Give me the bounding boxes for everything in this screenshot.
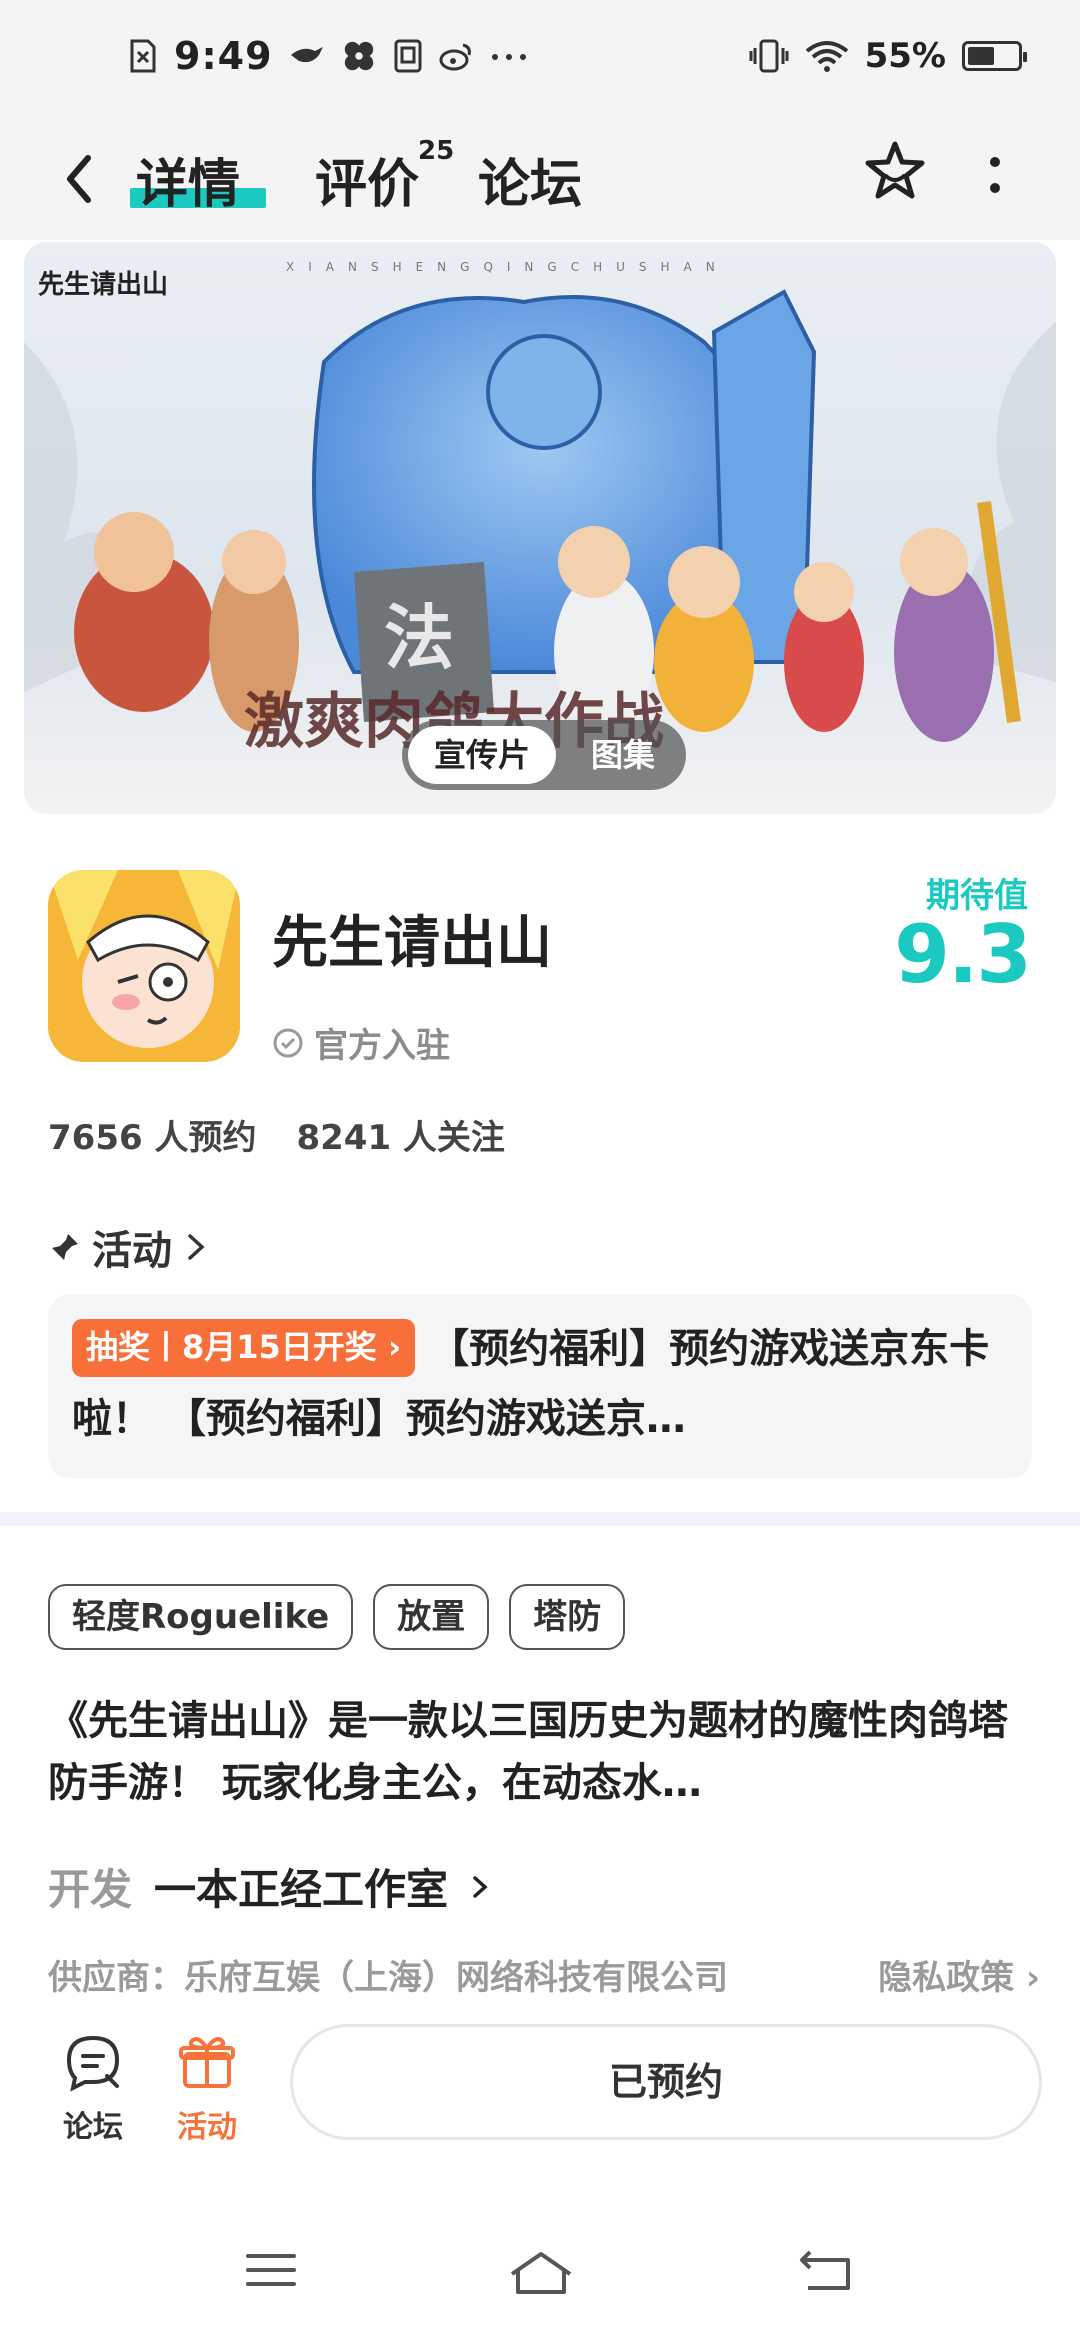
bird-icon [290,47,323,63]
expectation-score: 9.3 [894,908,1032,1001]
battery-icon [962,41,1027,71]
game-title: 先生请出山 [272,911,552,976]
video-toggle[interactable]: 宣传片 [408,726,556,784]
privacy-policy-link[interactable]: 隐私政策 › [878,1950,1040,1999]
activity-content: 抽奖丨8月15日开奖 › 【预约福利】预约游戏送京东卡啦！ 【预约福利】预约游戏送… [72,1314,1008,1454]
pin-icon [52,1234,78,1260]
forum-button[interactable]: 论坛 [38,2032,148,2146]
status-right: 55% [749,36,1027,76]
tab-detail[interactable]: 详情 [136,142,240,217]
reservation-count: 7656 人预约 [48,1118,257,1158]
tab-review[interactable]: 评价 25 [315,136,454,217]
activity-button[interactable]: 活动 [152,2032,262,2146]
gift-icon [179,2037,235,2088]
developer-label: 开发 [48,1865,133,1914]
official-badge: 官方入驻 [272,1018,450,1067]
svg-text:法: 法 [384,596,454,679]
forum-label: 论坛 [63,2110,123,2145]
follower-count: 8241 人关注 [296,1118,505,1158]
pinwheel-icon [344,41,373,71]
lottery-badge-label: 抽奖丨8月15日开奖 [86,1328,377,1366]
reserved-button[interactable]: 已预约 [290,2024,1042,2140]
weibo-icon [439,43,471,71]
activity-card[interactable]: 抽奖丨8月15日开奖 › 【预约福利】预约游戏送京东卡啦！ 【预约福利】预约游戏送… [48,1294,1032,1478]
activity-title: 活动 [92,1228,172,1274]
section-divider [0,1512,1080,1526]
tab-review-label: 评价 [315,155,420,215]
banner-logo: 先生请出山 [38,270,169,300]
back-nav-icon[interactable] [796,2250,854,2294]
tag-tower-defense[interactable]: 塔防 [509,1584,626,1650]
top-nav: 详情 评价 25 论坛 [0,120,1080,240]
back-icon[interactable] [50,144,110,214]
verified-icon [273,1028,303,1057]
status-left: 9:49 [128,34,529,78]
notes-icon [394,39,422,73]
activity-label: 活动 [177,2110,237,2145]
game-description[interactable]: 《先生请出山》是一款以三国历史为题材的魔性肉鸽塔防手游！ 玩家化身主公，在动态水… [48,1690,1008,1814]
menu-icon[interactable] [244,2250,298,2290]
chevron-right-icon [188,1234,205,1260]
activity-header[interactable]: 活动 [50,1218,208,1276]
banner-subtitle: XIANSHENGQINGCHUSHAN [286,260,729,274]
chevron-right-icon [473,1875,488,1898]
tag-idle[interactable]: 放置 [373,1584,490,1650]
sim-off-icon [130,39,156,73]
battery-percent: 55% [864,36,946,76]
tag-list: 轻度Roguelike 放置 塔防 [48,1584,626,1650]
gallery-toggle[interactable]: 图集 [564,726,682,784]
vibrate-icon [749,39,789,73]
status-bar: 9:49 55% [0,0,1080,120]
bottom-action-bar: 论坛 活动 已预约 [0,2000,1080,2180]
system-nav-bar [0,2200,1080,2340]
tab-forum[interactable]: 论坛 [478,142,582,217]
favorite-star-icon[interactable] [862,138,928,204]
home-icon[interactable] [506,2250,576,2296]
supplier-info: 供应商：乐府互娱（上海）网络科技有限公司 [48,1958,728,1998]
media-switch: 宣传片 图集 [402,720,686,790]
game-icon-art [48,870,240,1062]
review-count-badge: 25 [418,136,455,166]
more-dots-icon [491,54,526,60]
tag-roguelike[interactable]: 轻度Roguelike [48,1584,354,1650]
clock: 9:49 [174,34,273,78]
lottery-badge[interactable]: 抽奖丨8月15日开奖 › [72,1319,416,1377]
promo-banner[interactable]: 法 激爽肉鸽大作战 先生请出山 XIANSHENGQINGCHUSHAN 宣传片… [24,242,1056,814]
privacy-label: 隐私政策 [878,1958,1015,1998]
official-label: 官方入驻 [314,1026,450,1066]
game-icon [48,870,240,1062]
developer-row[interactable]: 开发 一本正经工作室 [48,1856,492,1917]
game-stats: 7656 人预约 8241 人关注 [48,1110,505,1159]
wifi-icon [805,41,848,72]
chat-bubble-icon [66,2035,120,2092]
developer-name: 一本正经工作室 [154,1865,449,1914]
more-options-icon[interactable] [980,140,1010,210]
